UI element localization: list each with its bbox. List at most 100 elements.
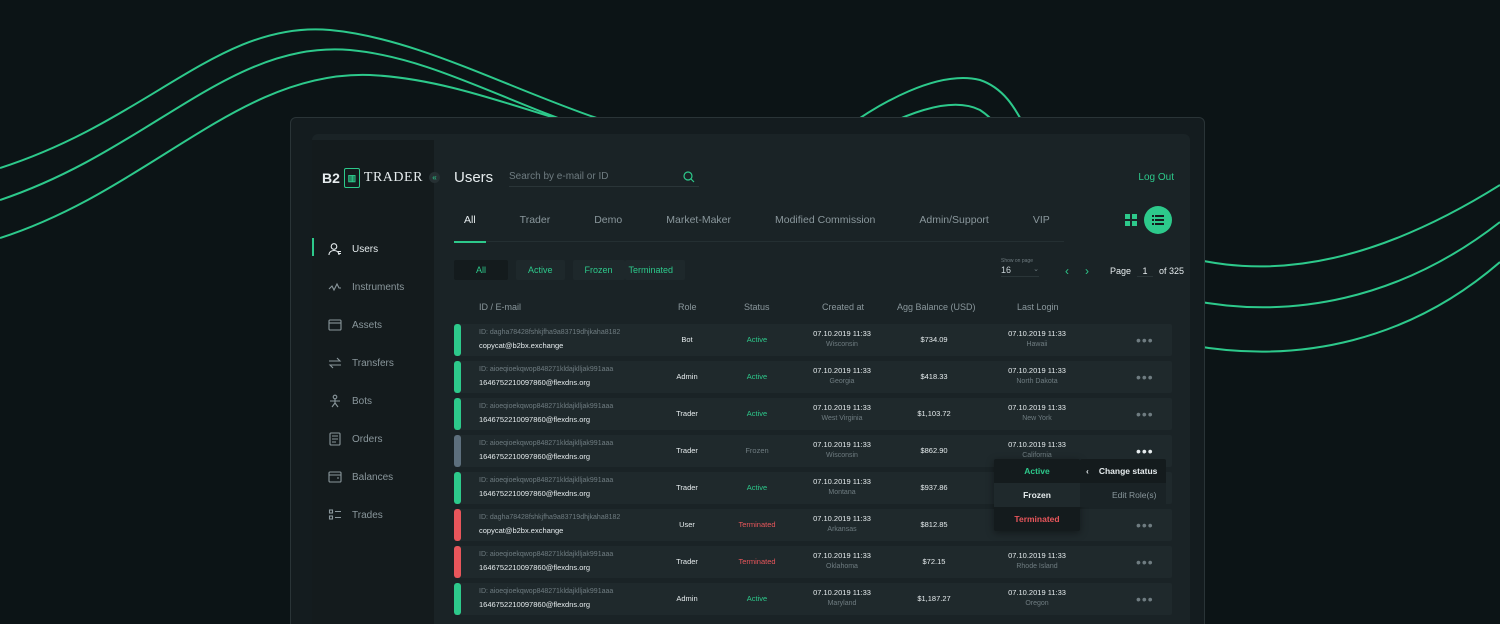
status-option-terminated[interactable]: Terminated xyxy=(994,507,1080,531)
list-view-button[interactable] xyxy=(1144,206,1172,234)
show-on-page-value: 16 xyxy=(1001,265,1012,275)
status-indicator xyxy=(454,398,461,430)
search-input[interactable] xyxy=(509,171,679,182)
created-location: Wisconsin xyxy=(826,452,858,459)
row-context-menu: Active Frozen Terminated ‹ Change status … xyxy=(994,459,1166,531)
sidebar-item-balances[interactable]: Balances xyxy=(312,458,434,496)
col-status[interactable]: Status xyxy=(744,302,770,312)
created-at: 07.10.2019 11:33 West Virginia xyxy=(799,403,885,422)
more-options-icon[interactable]: ••• xyxy=(1136,554,1154,570)
created-at: 07.10.2019 11:33 Arkansas xyxy=(799,514,885,533)
next-page-icon[interactable]: › xyxy=(1080,264,1094,278)
edit-roles-item[interactable]: Edit Role(s) xyxy=(1080,483,1166,507)
last-login: 07.10.2019 11:33 Hawaii xyxy=(994,329,1080,348)
logout-link[interactable]: Log Out xyxy=(1138,172,1174,183)
last-login-location: Hawaii xyxy=(1026,341,1048,348)
app-window: B2 ▥ TRADER Users Instruments Assets Tra… xyxy=(312,134,1190,624)
tab-admin-support[interactable]: Admin/Support xyxy=(909,206,998,242)
table-row[interactable]: ID: aioeqioekqwop848271kldajklljak991aaa… xyxy=(454,398,1172,430)
col-role[interactable]: Role xyxy=(678,302,697,312)
search-box xyxy=(509,167,699,187)
search-icon[interactable] xyxy=(683,171,695,183)
more-options-icon[interactable]: ••• xyxy=(1136,591,1154,607)
list-view-icon xyxy=(1152,215,1164,225)
table-row[interactable]: ID: aioeqioekqwop848271kldajklljak991aaa… xyxy=(454,546,1172,578)
col-balance[interactable]: Agg Balance (USD) xyxy=(897,302,976,312)
user-id: ID: aioeqioekqwop848271kldajklljak991aaa xyxy=(479,366,614,373)
filter-terminated[interactable]: Terminated xyxy=(624,260,686,280)
sidebar-item-label: Trades xyxy=(352,509,383,521)
table-row[interactable]: ID: aioeqioekqwop848271kldajklljak991aaa… xyxy=(454,583,1172,615)
user-email: 1646752210097860@flexdns.org xyxy=(479,378,591,387)
user-status: Active xyxy=(746,335,768,344)
col-created[interactable]: Created at xyxy=(822,302,864,312)
sidebar-item-assets[interactable]: Assets xyxy=(312,306,434,344)
created-at: 07.10.2019 11:33 Montana xyxy=(799,477,885,496)
created-date: 07.10.2019 11:33 xyxy=(813,366,871,375)
grid-view-icon[interactable] xyxy=(1124,213,1138,227)
col-last-login[interactable]: Last Login xyxy=(1017,302,1059,312)
created-location: Maryland xyxy=(827,600,857,607)
last-login: 07.10.2019 11:33 New York xyxy=(994,403,1080,422)
user-role: Admin xyxy=(676,594,698,603)
filter-frozen[interactable]: Frozen xyxy=(572,260,625,280)
status-indicator xyxy=(454,435,461,467)
created-date: 07.10.2019 11:33 xyxy=(813,403,871,412)
filter-all[interactable]: All xyxy=(454,260,508,280)
status-option-frozen[interactable]: Frozen xyxy=(994,483,1080,507)
tab-trader[interactable]: Trader xyxy=(510,206,561,242)
sidebar-item-label: Orders xyxy=(352,433,383,445)
chart-line-icon xyxy=(328,282,341,292)
table-row[interactable]: ID: dagha78428fshkjfha9a83719dhjkaha8182… xyxy=(454,324,1172,356)
show-on-page[interactable]: Show on page 16 ⌄ xyxy=(1001,258,1039,277)
sidebar-item-label: Assets xyxy=(352,319,383,331)
sidebar-item-trades[interactable]: Trades xyxy=(312,496,434,534)
user-role: Trader xyxy=(676,446,698,455)
agg-balance: $937.86 xyxy=(920,483,948,492)
show-on-page-select[interactable]: 16 ⌄ xyxy=(1001,264,1039,277)
tab-vip[interactable]: VIP xyxy=(1023,206,1060,242)
status-indicator xyxy=(454,546,461,578)
user-id: ID: dagha78428fshkjfha9a83719dhjkaha8182 xyxy=(479,329,621,336)
agg-balance: $72.15 xyxy=(922,557,946,566)
user-status: Active xyxy=(746,409,768,418)
filter-active[interactable]: Active xyxy=(516,260,565,280)
col-id[interactable]: ID / E-mail xyxy=(479,302,521,312)
logo-box-icon: ▥ xyxy=(343,168,360,188)
tab-market-maker[interactable]: Market-Maker xyxy=(656,206,741,242)
created-date: 07.10.2019 11:33 xyxy=(813,440,871,449)
created-at: 07.10.2019 11:33 Wisconsin xyxy=(799,329,885,348)
sidebar-item-users[interactable]: Users xyxy=(312,230,434,268)
user-role: Bot xyxy=(681,335,693,344)
transfer-arrows-icon xyxy=(328,357,342,369)
last-login-location: Rhode Island xyxy=(1016,563,1058,570)
more-options-icon[interactable]: ••• xyxy=(1136,332,1154,348)
created-at: 07.10.2019 11:33 Georgia xyxy=(799,366,885,385)
table-row[interactable]: ID: aioeqioekqwop848271kldajklljak991aaa… xyxy=(454,361,1172,393)
last-login-date: 07.10.2019 11:33 xyxy=(1008,588,1066,597)
status-option-active[interactable]: Active xyxy=(994,459,1080,483)
created-at: 07.10.2019 11:33 Maryland xyxy=(799,588,885,607)
status-indicator xyxy=(454,361,461,393)
more-options-icon[interactable]: ••• xyxy=(1136,369,1154,385)
sidebar-item-bots[interactable]: Bots xyxy=(312,382,434,420)
sidebar-item-instruments[interactable]: Instruments xyxy=(312,268,434,306)
prev-page-icon[interactable]: ‹ xyxy=(1060,264,1074,278)
sidebar-collapse-button[interactable]: « xyxy=(429,172,440,183)
sidebar-item-orders[interactable]: Orders xyxy=(312,420,434,458)
more-options-icon[interactable]: ••• xyxy=(1136,406,1154,422)
user-role: Trader xyxy=(676,483,698,492)
page-input[interactable]: 1 xyxy=(1137,266,1154,277)
last-login-date: 07.10.2019 11:33 xyxy=(1008,329,1066,338)
more-options-icon[interactable]: ••• xyxy=(1136,443,1154,459)
tab-modified-commission[interactable]: Modified Commission xyxy=(765,206,885,242)
last-login-location: North Dakota xyxy=(1016,378,1058,385)
change-status-item[interactable]: ‹ Change status xyxy=(1080,459,1166,483)
tab-demo[interactable]: Demo xyxy=(584,206,632,242)
tab-all[interactable]: All xyxy=(454,206,486,243)
created-location: Georgia xyxy=(829,378,855,385)
sidebar-item-transfers[interactable]: Transfers xyxy=(312,344,434,382)
change-status-label: Change status xyxy=(1098,466,1158,476)
last-login-location: New York xyxy=(1022,415,1052,422)
sidebar-item-label: Transfers xyxy=(352,357,394,369)
